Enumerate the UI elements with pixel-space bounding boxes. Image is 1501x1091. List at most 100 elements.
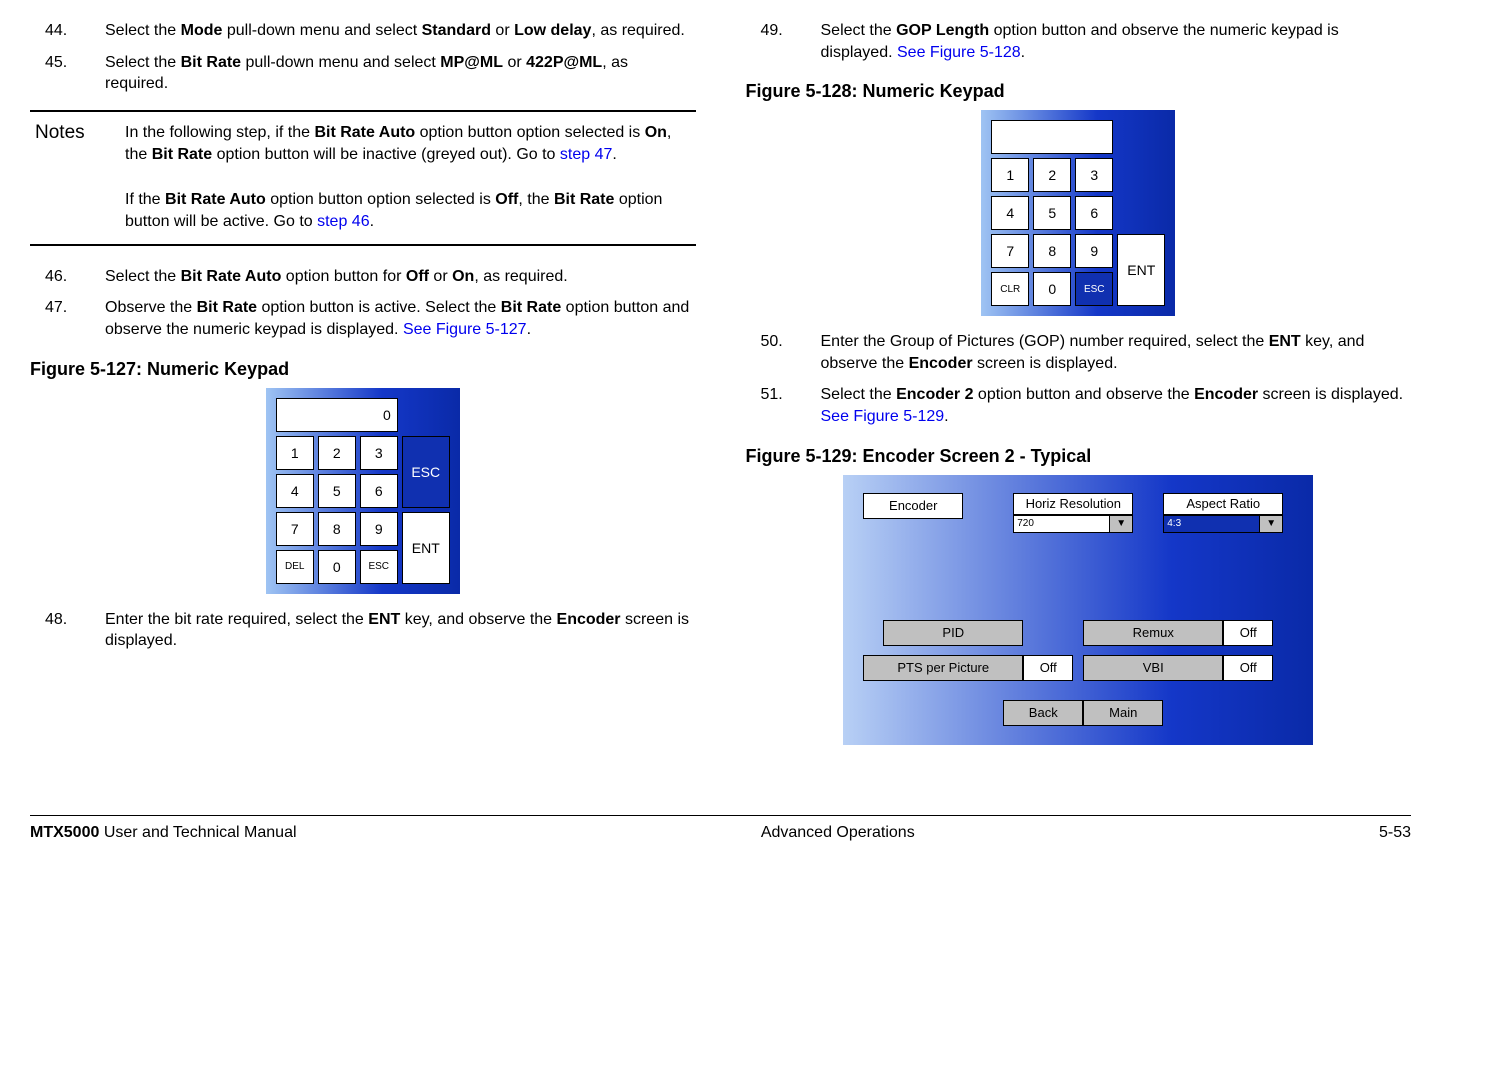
key-1[interactable]: 1 — [991, 158, 1029, 192]
steps-list-5: 50. Enter the Group of Pictures (GOP) nu… — [746, 331, 1412, 427]
key-clr[interactable]: CLR — [991, 272, 1029, 306]
page-footer: MTX5000 User and Technical Manual Advanc… — [30, 815, 1411, 842]
footer-center: Advanced Operations — [761, 824, 915, 842]
key-5[interactable]: 5 — [318, 474, 356, 508]
page-columns: 44. Select the Mode pull-down menu and s… — [30, 20, 1411, 745]
numeric-keypad-2: 1 2 3 4 5 6 7 8 9 ENT CLR 0 ESC — [981, 110, 1175, 316]
link-fig-127[interactable]: See Figure 5-127 — [403, 321, 527, 338]
step-text: Select the GOP Length option button and … — [821, 20, 1412, 63]
main-button[interactable]: Main — [1083, 700, 1163, 726]
link-step-46[interactable]: step 46 — [317, 213, 369, 230]
step-text: Observe the Bit Rate option button is ac… — [105, 297, 696, 340]
aspect-dropdown[interactable]: 4:3 ▼ — [1163, 515, 1283, 533]
footer-left: MTX5000 User and Technical Manual — [30, 824, 297, 842]
steps-list-2: 46. Select the Bit Rate Auto option butt… — [30, 266, 696, 341]
link-fig-128[interactable]: See Figure 5-128 — [897, 44, 1021, 61]
step-50: 50. Enter the Group of Pictures (GOP) nu… — [746, 331, 1412, 374]
key-2[interactable]: 2 — [1033, 158, 1071, 192]
figure-caption-129: Figure 5-129: Encoder Screen 2 - Typical — [746, 446, 1412, 467]
step-47: 47. Observe the Bit Rate option button i… — [30, 297, 696, 340]
key-del[interactable]: DEL — [276, 550, 314, 584]
pts-value: Off — [1023, 655, 1073, 681]
step-number: 45. — [30, 52, 105, 95]
chevron-down-icon: ▼ — [1109, 516, 1132, 532]
link-step-47[interactable]: step 47 — [560, 146, 612, 163]
step-text: Enter the bit rate required, select the … — [105, 609, 696, 652]
chevron-down-icon: ▼ — [1259, 516, 1282, 532]
step-number: 44. — [30, 20, 105, 42]
keypad-display — [991, 120, 1113, 154]
step-45: 45. Select the Bit Rate pull-down menu a… — [30, 52, 696, 95]
numeric-keypad-1: 0 1 2 3 ESC 4 5 6 7 8 9 ENT DEL 0 ESC — [266, 388, 460, 594]
key-esc-big[interactable]: ESC — [402, 436, 450, 508]
horiz-dropdown[interactable]: 720 ▼ — [1013, 515, 1133, 533]
step-number: 51. — [746, 384, 821, 427]
steps-list-1: 44. Select the Mode pull-down menu and s… — [30, 20, 696, 95]
key-5[interactable]: 5 — [1033, 196, 1071, 230]
back-button[interactable]: Back — [1003, 700, 1083, 726]
key-0[interactable]: 0 — [318, 550, 356, 584]
step-text: Select the Bit Rate pull-down menu and s… — [105, 52, 696, 95]
step-text: Enter the Group of Pictures (GOP) number… — [821, 331, 1412, 374]
key-6[interactable]: 6 — [1075, 196, 1113, 230]
horiz-value: 720 — [1014, 516, 1109, 532]
step-49: 49. Select the GOP Length option button … — [746, 20, 1412, 63]
key-9[interactable]: 9 — [360, 512, 398, 546]
footer-right: 5-53 — [1379, 824, 1411, 842]
key-3[interactable]: 3 — [360, 436, 398, 470]
key-8[interactable]: 8 — [1033, 234, 1071, 268]
key-ent[interactable]: ENT — [1117, 234, 1165, 306]
step-text: Select the Bit Rate Auto option button f… — [105, 266, 696, 288]
key-7[interactable]: 7 — [276, 512, 314, 546]
vbi-value: Off — [1223, 655, 1273, 681]
notes-text: In the following step, if the Bit Rate A… — [125, 122, 696, 234]
horiz-label: Horiz Resolution — [1013, 493, 1133, 515]
figure-caption-127: Figure 5-127: Numeric Keypad — [30, 359, 696, 380]
right-column: 49. Select the GOP Length option button … — [746, 20, 1412, 745]
key-ent[interactable]: ENT — [402, 512, 450, 584]
figure-128: 1 2 3 4 5 6 7 8 9 ENT CLR 0 ESC — [746, 110, 1412, 316]
key-4[interactable]: 4 — [276, 474, 314, 508]
keypad-display: 0 — [276, 398, 398, 432]
aspect-label: Aspect Ratio — [1163, 493, 1283, 515]
key-4[interactable]: 4 — [991, 196, 1029, 230]
step-48: 48. Enter the bit rate required, select … — [30, 609, 696, 652]
steps-list-4: 49. Select the GOP Length option button … — [746, 20, 1412, 63]
steps-list-3: 48. Enter the bit rate required, select … — [30, 609, 696, 652]
key-3[interactable]: 3 — [1075, 158, 1113, 192]
step-number: 47. — [30, 297, 105, 340]
figure-127: 0 1 2 3 ESC 4 5 6 7 8 9 ENT DEL 0 ESC — [30, 388, 696, 594]
key-esc[interactable]: ESC — [1075, 272, 1113, 306]
encoder-screen: Encoder Horiz Resolution 720 ▼ Aspect Ra… — [843, 475, 1313, 745]
remux-button[interactable]: Remux — [1083, 620, 1223, 646]
aspect-value: 4:3 — [1164, 516, 1259, 532]
remux-value: Off — [1223, 620, 1273, 646]
figure-129: Encoder Horiz Resolution 720 ▼ Aspect Ra… — [746, 475, 1412, 745]
figure-caption-128: Figure 5-128: Numeric Keypad — [746, 81, 1412, 102]
notes-block: Notes In the following step, if the Bit … — [30, 110, 696, 246]
key-6[interactable]: 6 — [360, 474, 398, 508]
step-number: 46. — [30, 266, 105, 288]
step-text: Select the Encoder 2 option button and o… — [821, 384, 1412, 427]
key-1[interactable]: 1 — [276, 436, 314, 470]
key-7[interactable]: 7 — [991, 234, 1029, 268]
left-column: 44. Select the Mode pull-down menu and s… — [30, 20, 696, 745]
step-number: 48. — [30, 609, 105, 652]
pid-button[interactable]: PID — [883, 620, 1023, 646]
step-number: 50. — [746, 331, 821, 374]
step-text: Select the Mode pull-down menu and selec… — [105, 20, 696, 42]
pts-button[interactable]: PTS per Picture — [863, 655, 1023, 681]
vbi-button[interactable]: VBI — [1083, 655, 1223, 681]
step-51: 51. Select the Encoder 2 option button a… — [746, 384, 1412, 427]
step-44: 44. Select the Mode pull-down menu and s… — [30, 20, 696, 42]
link-fig-129[interactable]: See Figure 5-129 — [821, 408, 945, 425]
key-esc[interactable]: ESC — [360, 550, 398, 584]
step-46: 46. Select the Bit Rate Auto option butt… — [30, 266, 696, 288]
notes-label: Notes — [30, 122, 125, 234]
key-2[interactable]: 2 — [318, 436, 356, 470]
key-8[interactable]: 8 — [318, 512, 356, 546]
key-0[interactable]: 0 — [1033, 272, 1071, 306]
key-9[interactable]: 9 — [1075, 234, 1113, 268]
step-number: 49. — [746, 20, 821, 63]
encoder-button[interactable]: Encoder — [863, 493, 963, 519]
